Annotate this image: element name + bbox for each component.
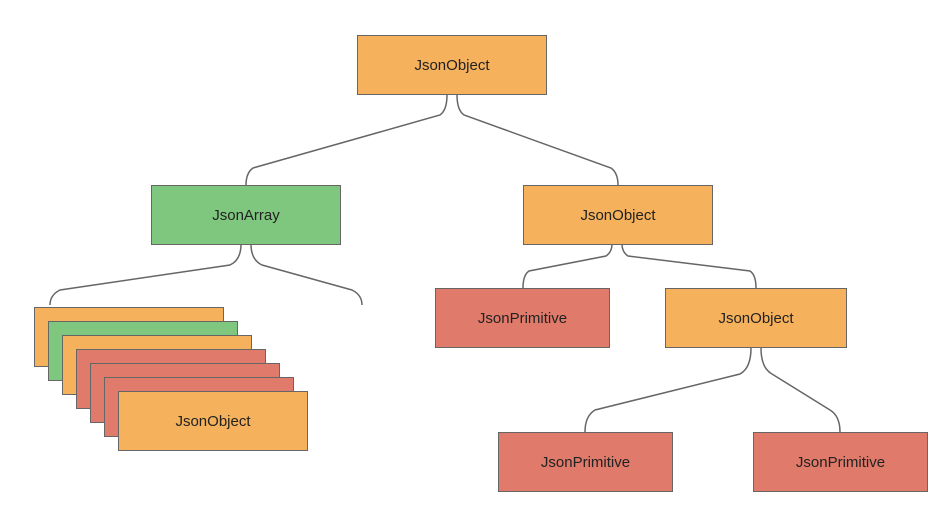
node-jsonobject-rr: JsonObject (665, 288, 847, 348)
node-label: JsonObject (580, 207, 655, 224)
node-label: JsonPrimitive (796, 454, 885, 471)
node-label: JsonObject (414, 57, 489, 74)
node-jsonprimitive-rl: JsonPrimitive (435, 288, 610, 348)
node-label: JsonPrimitive (541, 454, 630, 471)
node-jsonprimitive-rrl: JsonPrimitive (498, 432, 673, 492)
node-label: JsonObject (175, 413, 250, 430)
stack-front-jsonobject: JsonObject (118, 391, 308, 451)
node-label: JsonArray (212, 207, 280, 224)
node-label: JsonObject (718, 310, 793, 327)
node-label: JsonPrimitive (478, 310, 567, 327)
node-jsonobject-r: JsonObject (523, 185, 713, 245)
node-jsonarray: JsonArray (151, 185, 341, 245)
node-root-jsonobject: JsonObject (357, 35, 547, 95)
node-jsonprimitive-rrr: JsonPrimitive (753, 432, 928, 492)
